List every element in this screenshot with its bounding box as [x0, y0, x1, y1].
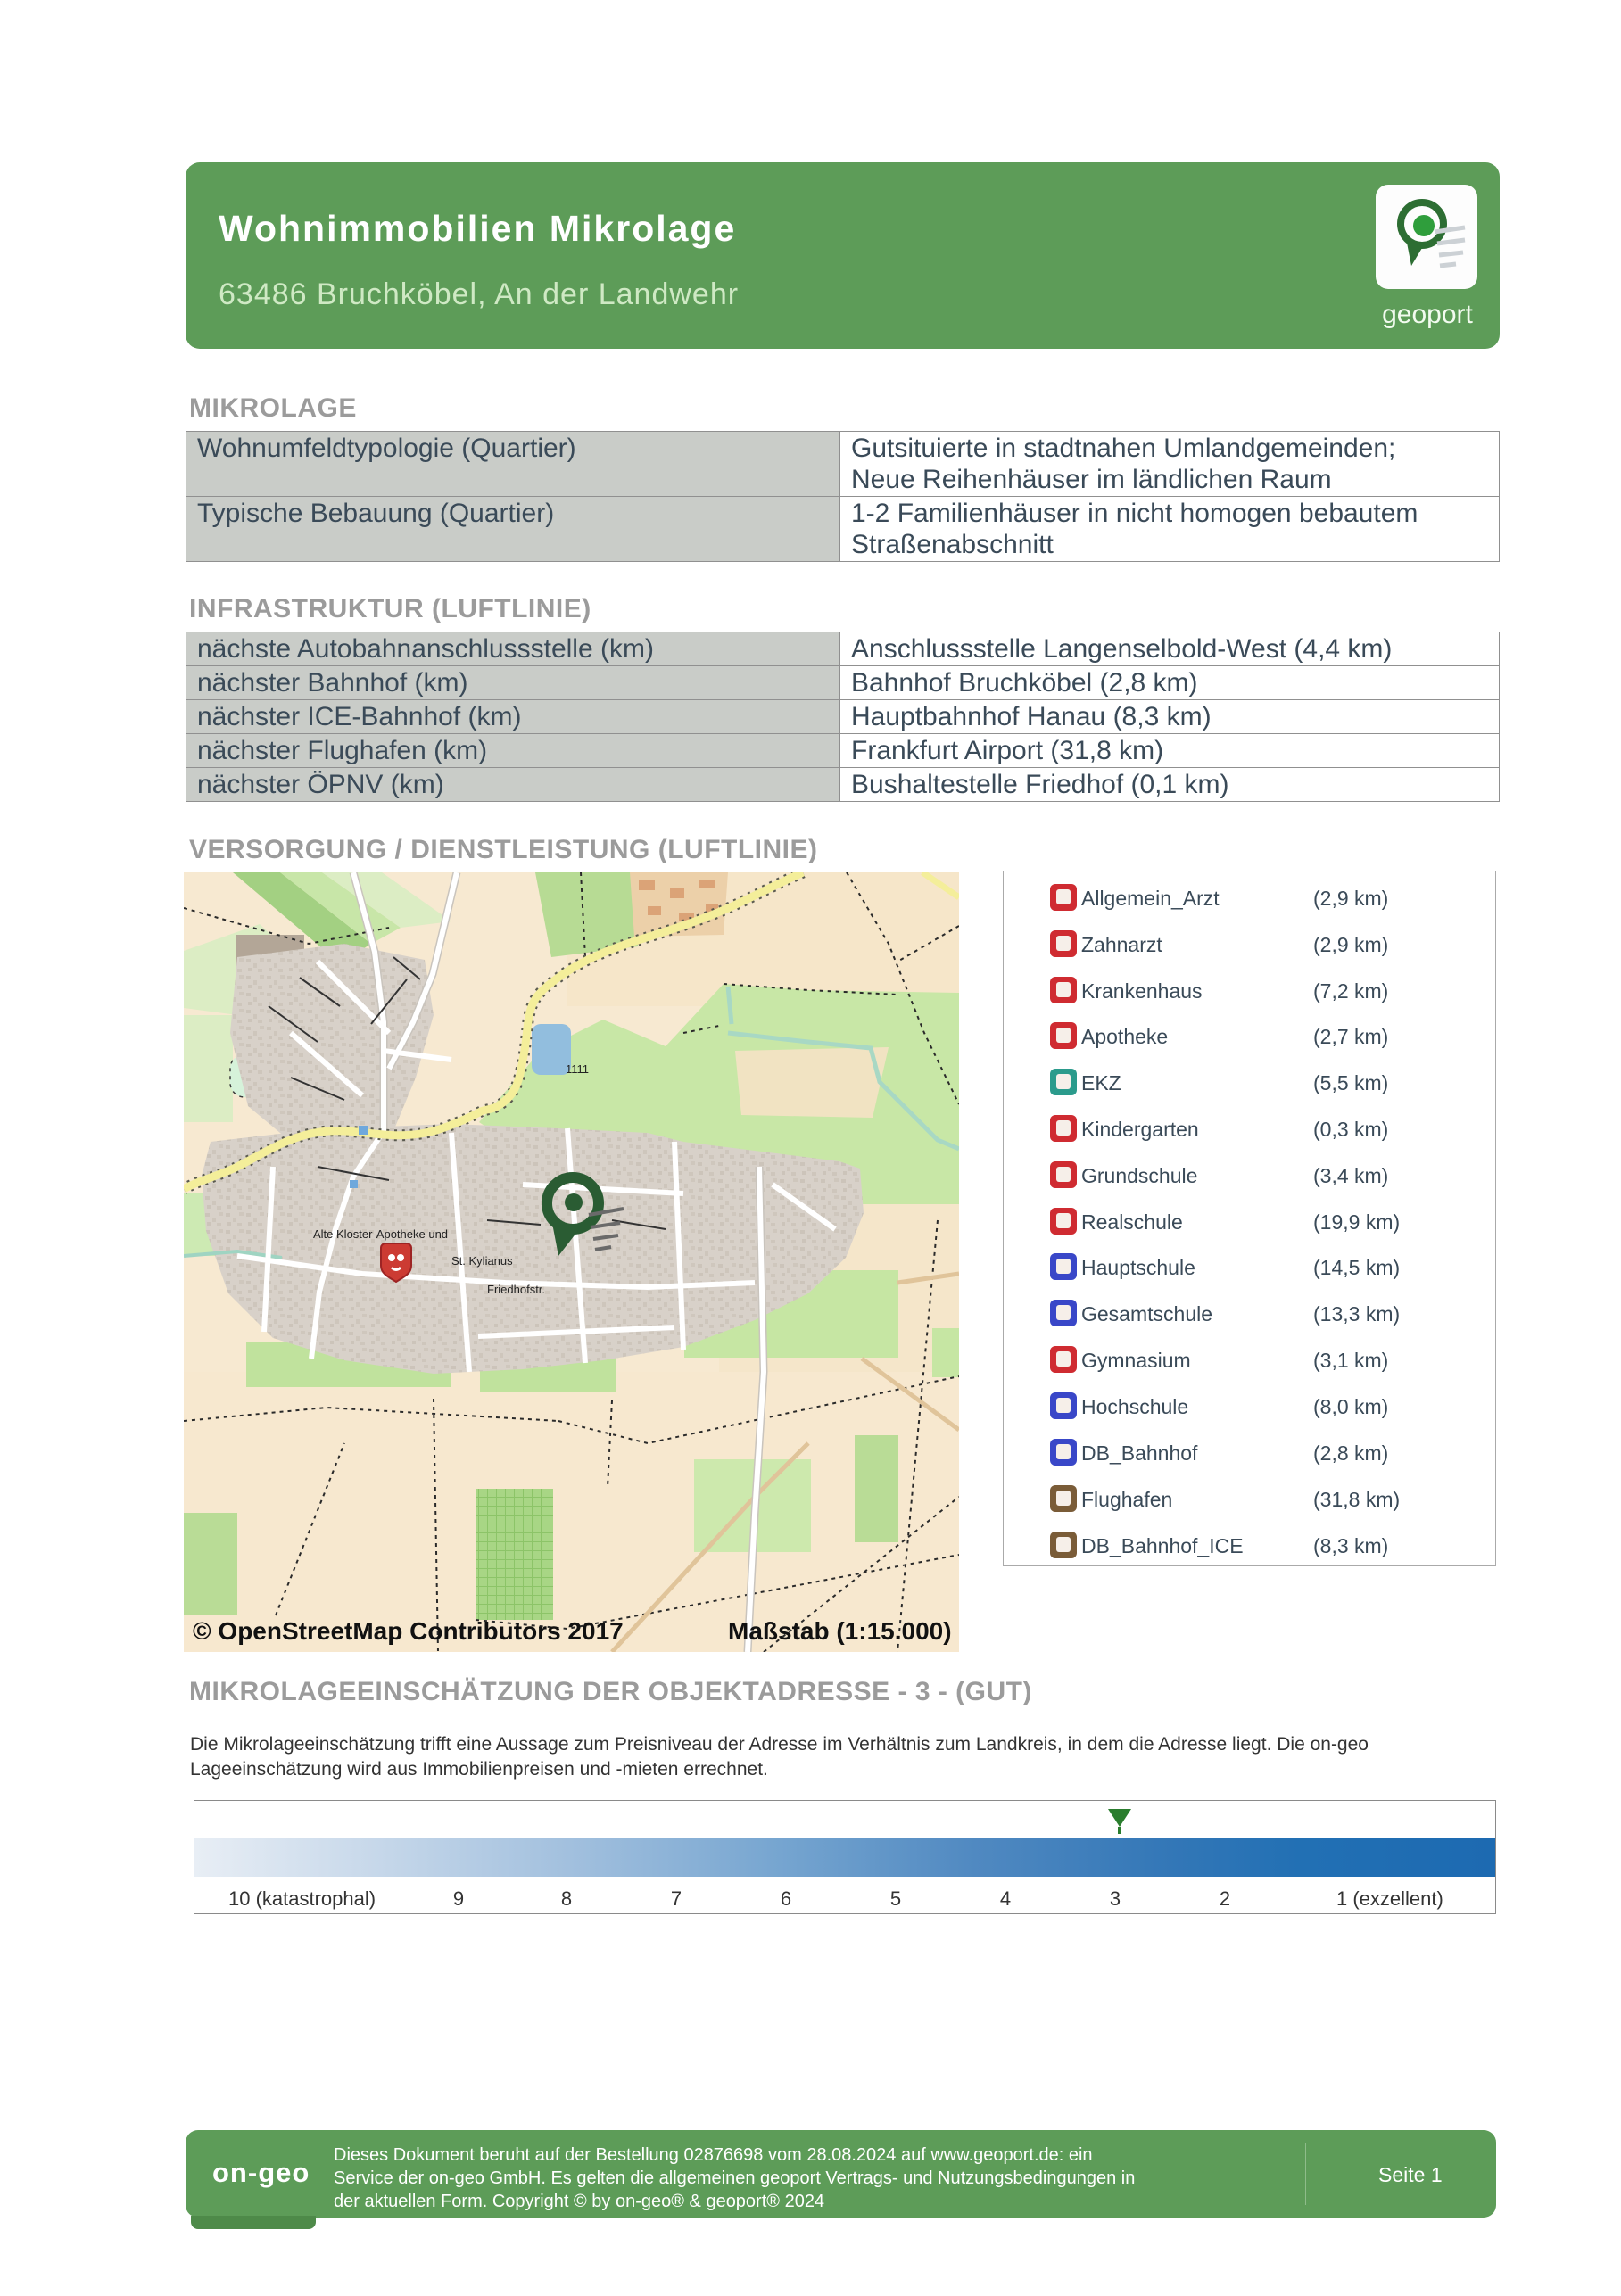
- svg-text:Friedhofstr.: Friedhofstr.: [487, 1283, 545, 1296]
- svg-text:1111: 1111: [566, 1062, 589, 1076]
- svg-text:St. Kylianus: St. Kylianus: [451, 1254, 513, 1268]
- svg-text:Alte Kloster-Apotheke und: Alte Kloster-Apotheke und: [313, 1227, 448, 1241]
